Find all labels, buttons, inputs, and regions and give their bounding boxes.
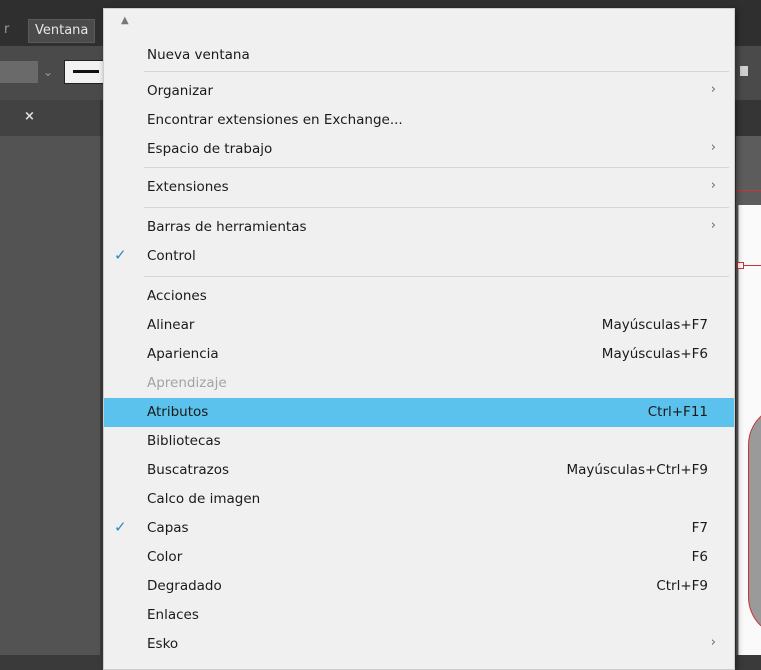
- menu-item-label: Color: [147, 549, 183, 565]
- menu-item-label: Enlaces: [147, 607, 199, 623]
- close-icon[interactable]: ×: [24, 109, 35, 124]
- chevron-right-icon: ›: [710, 82, 716, 97]
- menu-separator: [144, 71, 729, 72]
- menu-item-label: Nueva ventana: [147, 47, 250, 63]
- guide-line: [736, 190, 761, 191]
- menu-item-aprendizaje: Aprendizaje: [104, 369, 734, 398]
- menu-item-acciones[interactable]: Acciones: [104, 282, 734, 311]
- menu-item-label: Control: [147, 248, 196, 264]
- chevron-right-icon: ›: [710, 178, 716, 193]
- menu-item-bibliotecas[interactable]: Bibliotecas: [104, 427, 734, 456]
- menu-item-label: Calco de imagen: [147, 491, 261, 507]
- anchor-point[interactable]: [737, 262, 744, 269]
- menu-item-label: Organizar: [147, 83, 213, 99]
- menu-item-shortcut: Mayúsculas+F7: [601, 317, 708, 333]
- menu-item-buscatrazos[interactable]: Buscatrazos Mayúsculas+Ctrl+F9: [104, 456, 734, 485]
- tools-panel: [0, 136, 100, 655]
- menu-item-encontrar-extensiones-en-exchange[interactable]: Encontrar extensiones en Exchange...: [104, 106, 734, 135]
- menu-item-label: Esko: [147, 636, 179, 652]
- menu-separator: [144, 276, 729, 277]
- menu-item-label: Atributos: [147, 404, 209, 420]
- fill-swatch[interactable]: [0, 61, 38, 83]
- menu-item-label: Encontrar extensiones en Exchange...: [147, 112, 403, 128]
- ventana-menu: ▲ Nueva ventana Organizar › Encontrar exten…: [103, 8, 735, 670]
- menu-item-espacio-de-trabajo[interactable]: Espacio de trabajo ›: [104, 135, 734, 164]
- menu-item-organizar[interactable]: Organizar ›: [104, 77, 734, 106]
- menu-item-degradado[interactable]: Degradado Ctrl+F9: [104, 572, 734, 601]
- menu-separator: [144, 167, 729, 168]
- menu-item-control[interactable]: ✓ Control: [104, 242, 734, 271]
- menu-item-shortcut: F7: [691, 520, 708, 536]
- menu-item-label: Bibliotecas: [147, 433, 221, 449]
- menu-item-calco-de-imagen[interactable]: Calco de imagen: [104, 485, 734, 514]
- menu-item-enlaces[interactable]: Enlaces: [104, 601, 734, 630]
- menu-item-apariencia[interactable]: Apariencia Mayúsculas+F6: [104, 340, 734, 369]
- menu-item-extensiones[interactable]: Extensiones ›: [104, 173, 734, 202]
- menu-item-label: Extensiones: [147, 179, 229, 195]
- menu-item-label: Degradado: [147, 578, 222, 594]
- chevron-right-icon: ›: [710, 140, 716, 155]
- menu-item-shortcut: Mayúsculas+F6: [601, 346, 708, 362]
- menu-item-shortcut: Ctrl+F9: [656, 578, 708, 594]
- align-icon[interactable]: [740, 66, 748, 76]
- chevron-down-icon[interactable]: ⌄: [43, 65, 53, 79]
- artwork-shape[interactable]: [748, 405, 761, 637]
- menu-item-color[interactable]: Color F6: [104, 543, 734, 572]
- menubar-item-ventana[interactable]: Ventana: [28, 19, 96, 43]
- menu-separator: [144, 207, 729, 208]
- menu-item-alinear[interactable]: Alinear Mayúsculas+F7: [104, 311, 734, 340]
- menu-item-label: Alinear: [147, 317, 195, 333]
- menu-item-atributos[interactable]: Atributos Ctrl+F11: [104, 398, 734, 427]
- menu-item-barras-de-herramientas[interactable]: Barras de herramientas ›: [104, 213, 734, 242]
- menubar-item-previous[interactable]: r: [4, 22, 9, 37]
- menu-item-label: Aprendizaje: [147, 375, 227, 391]
- chevron-right-icon: ›: [710, 635, 716, 650]
- menu-item-shortcut: F6: [691, 549, 708, 565]
- menu-item-shortcut: Ctrl+F11: [647, 404, 708, 420]
- menu-item-label: Buscatrazos: [147, 462, 230, 478]
- stroke-swatch[interactable]: [64, 60, 108, 84]
- document-tab[interactable]: ×: [0, 100, 100, 136]
- menu-item-label: Barras de herramientas: [147, 219, 307, 235]
- menu-item-label: Apariencia: [147, 346, 219, 362]
- menu-item-shortcut: Mayúsculas+Ctrl+F9: [566, 462, 708, 478]
- menu-item-label: Espacio de trabajo: [147, 141, 273, 157]
- scroll-up-icon[interactable]: ▲: [121, 15, 129, 26]
- check-icon: ✓: [114, 518, 127, 536]
- chevron-right-icon: ›: [710, 218, 716, 233]
- menu-item-label: Capas: [147, 520, 189, 536]
- check-icon: ✓: [114, 246, 127, 264]
- menu-item-nueva-ventana[interactable]: Nueva ventana: [104, 41, 734, 70]
- menu-item-label: Acciones: [147, 288, 207, 304]
- menu-item-capas[interactable]: ✓ Capas F7: [104, 514, 734, 543]
